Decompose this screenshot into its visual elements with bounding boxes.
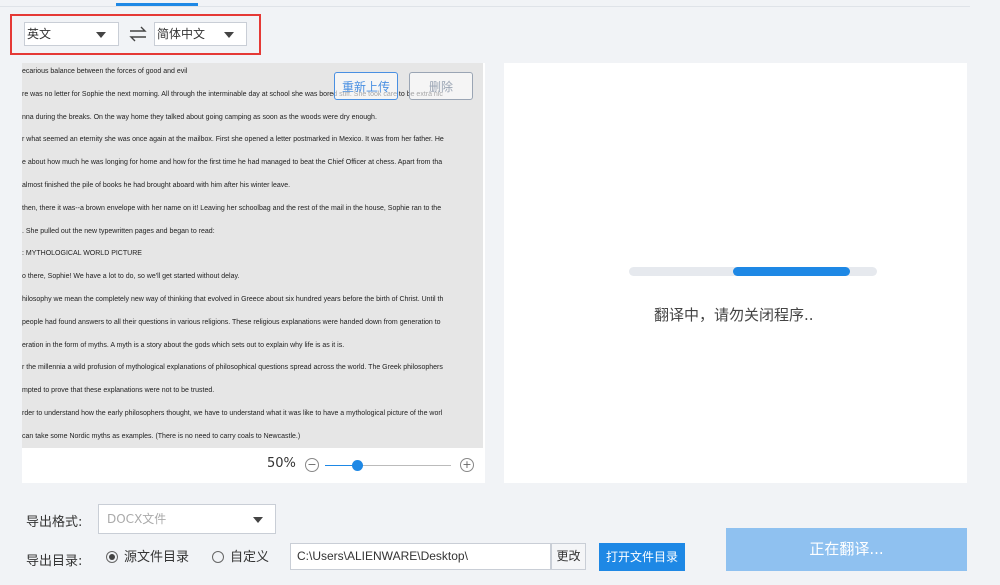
radio-selected-icon xyxy=(106,551,118,563)
document-text-line: can take some Nordic myths as examples. … xyxy=(22,432,301,440)
chevron-down-icon xyxy=(96,32,106,38)
swap-languages-icon[interactable] xyxy=(127,25,149,43)
document-text-line: almost finished the pile of books he had… xyxy=(22,182,291,189)
target-language-value: 简体中文 xyxy=(157,27,206,41)
document-text-line: e about how much he was longing for home… xyxy=(22,159,443,167)
document-text-line: people had found answers to all their qu… xyxy=(22,318,441,326)
export-format-value: DOCX文件 xyxy=(107,512,167,526)
zoom-out-icon[interactable]: − xyxy=(305,458,319,472)
document-text-line: r what seemed an eternity she was once a… xyxy=(22,136,444,144)
export-format-select[interactable]: DOCX文件 xyxy=(98,504,276,534)
radio-source-dir[interactable]: 源文件目录 xyxy=(106,549,206,567)
document-text-line: rder to understand how the early philoso… xyxy=(22,410,443,417)
document-text-line: : MYTHOLOGICAL WORLD PICTURE xyxy=(22,250,142,258)
export-dir-label: 导出目录: xyxy=(26,554,83,569)
source-language-value: 英文 xyxy=(27,27,52,41)
zoom-in-icon[interactable]: + xyxy=(460,458,474,472)
chevron-down-icon xyxy=(253,517,263,523)
document-text-line: nna during the breaks. On the way home t… xyxy=(22,113,377,121)
document-text-line: mpted to prove that these explanations w… xyxy=(22,387,215,395)
radio-unselected-icon xyxy=(212,551,224,563)
document-preview[interactable]: ecarious balance between the forces of g… xyxy=(22,63,483,448)
progress-fill xyxy=(733,267,850,276)
document-text-line: ecarious balance between the forces of g… xyxy=(22,68,188,75)
progress-status-text: 翻译中，请勿关闭程序.. xyxy=(654,306,814,324)
document-text-line: o there, Sophie! We have a lot to do, so… xyxy=(22,273,240,281)
zoom-slider-thumb[interactable] xyxy=(351,460,363,471)
translation-progress-bar xyxy=(629,267,877,276)
export-format-label: 导出格式: xyxy=(26,515,83,530)
delete-button[interactable]: 删除 xyxy=(409,72,473,100)
document-text-line: . She pulled out the new typewritten pag… xyxy=(22,227,215,235)
translate-button[interactable]: 正在翻译... xyxy=(726,528,967,571)
reupload-button[interactable]: 重新上传 xyxy=(334,72,398,100)
zoom-slider[interactable] xyxy=(325,460,451,471)
change-path-button[interactable]: 更改 xyxy=(551,543,586,570)
document-text-line: eration in the form of myths. A myth is … xyxy=(22,341,345,349)
zoom-level-label: 50% xyxy=(267,456,296,471)
target-language-select[interactable]: 简体中文 xyxy=(154,22,247,46)
document-text-line: hilosophy we mean the completely new way… xyxy=(22,296,444,303)
export-path-input[interactable]: C:\Users\ALIENWARE\Desktop\ xyxy=(290,543,551,570)
chevron-down-icon xyxy=(224,32,234,38)
radio-custom-dir[interactable]: 自定义 xyxy=(212,549,282,567)
translation-result-panel: 翻译中，请勿关闭程序.. xyxy=(504,63,967,483)
document-text-line: r the millennia a wild profusion of myth… xyxy=(22,364,443,372)
open-folder-button[interactable]: 打开文件目录 xyxy=(599,543,685,571)
radio-custom-dir-label: 自定义 xyxy=(230,550,270,565)
zoom-control: 50% − + xyxy=(22,448,485,483)
active-tab-indicator xyxy=(116,3,198,6)
document-text-line: then, there it was--a brown envelope wit… xyxy=(22,204,442,212)
source-preview-panel: ecarious balance between the forces of g… xyxy=(22,63,485,483)
radio-source-dir-label: 源文件目录 xyxy=(124,550,190,565)
source-language-select[interactable]: 英文 xyxy=(24,22,119,46)
